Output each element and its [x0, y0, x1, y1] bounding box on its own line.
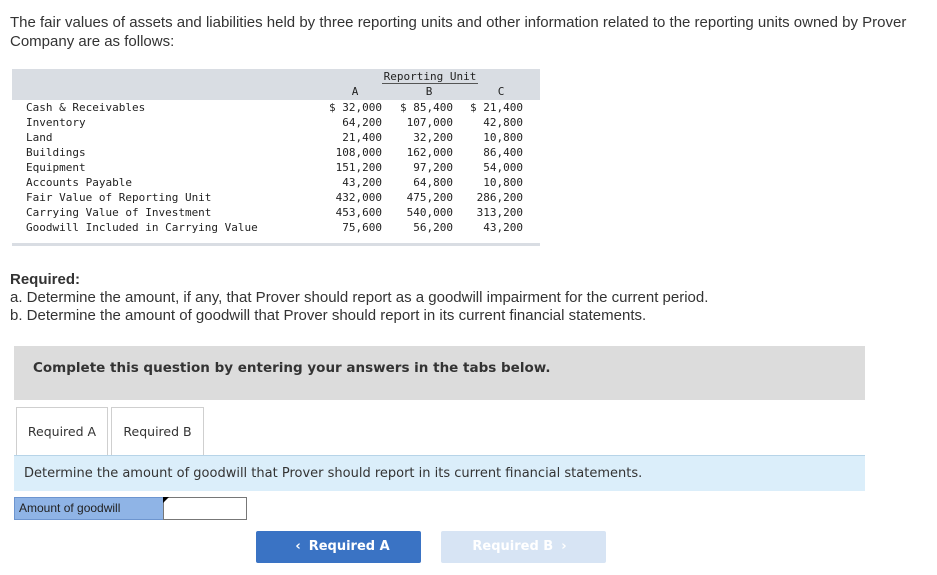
required-section: Required: a. Determine the amount, if an…: [10, 271, 708, 325]
row-label: Carrying Value of Investment: [26, 206, 212, 219]
table-row: Carrying Value of Investment 453,600 540,0…: [12, 205, 540, 220]
chevron-right-icon: ›: [561, 539, 567, 554]
cell-unit-c: 42,800: [483, 116, 523, 129]
cell-unit-a: 151,200: [335, 161, 382, 174]
cell-unit-c: 10,800: [483, 131, 523, 144]
cell-unit-c: 10,800: [483, 176, 523, 189]
cell-unit-b: 540,000: [406, 206, 453, 219]
required-title: Required:: [10, 271, 81, 288]
table-row: Accounts Payable 43,200 64,800 10,800: [12, 175, 540, 190]
cell-unit-b: 107,000: [406, 116, 453, 129]
column-header-c: C: [497, 85, 505, 98]
group-header: Reporting Unit: [320, 70, 540, 84]
cell-unit-c: 86,400: [483, 146, 523, 159]
tab-required-a[interactable]: Required A: [16, 407, 108, 455]
amount-of-goodwill-input[interactable]: [164, 498, 246, 519]
prompt-text: Determine the amount of goodwill that Pr…: [24, 466, 643, 481]
column-header-a: A: [351, 85, 359, 98]
table-bottom-rule: [12, 243, 540, 246]
cell-unit-c: 54,000: [483, 161, 523, 174]
table-row: Cash & Receivables $ 32,000 $ 85,400 $ 21,4…: [12, 100, 540, 115]
cell-unit-b: 162,000: [406, 146, 453, 159]
required-b-text: b. Determine the amount of goodwill that…: [10, 307, 647, 324]
table-row: Goodwill Included in Carrying Value 75,60…: [12, 220, 540, 235]
cell-unit-c: 313,200: [476, 206, 523, 219]
cell-unit-a: 108,000: [335, 146, 382, 159]
row-label: Equipment: [26, 161, 86, 174]
intro-text: The fair values of assets and liabilitie…: [10, 14, 907, 50]
cell-unit-a: 453,600: [335, 206, 382, 219]
cell-unit-c: $ 21,400: [470, 101, 523, 114]
chevron-left-icon: ‹: [295, 539, 301, 554]
table-row: Equipment 151,200 97,200 54,000: [12, 160, 540, 175]
amount-of-goodwill-label: Amount of goodwill: [14, 497, 164, 520]
cell-unit-a: 21,400: [342, 131, 382, 144]
banner-text: Complete this question by entering your …: [33, 360, 551, 376]
question-prompt: Determine the amount of goodwill that Pr…: [14, 455, 865, 491]
amount-of-goodwill-field: [163, 497, 247, 520]
next-required-b-button[interactable]: Required B ›: [441, 531, 606, 563]
row-label: Land: [26, 131, 53, 144]
column-header-b: B: [425, 85, 433, 98]
row-label: Cash & Receivables: [26, 101, 146, 114]
instruction-banner: Complete this question by entering your …: [14, 346, 865, 400]
cell-unit-a: $ 32,000: [329, 101, 382, 114]
tab-required-b[interactable]: Required B: [111, 407, 204, 455]
table-row: Inventory 64,200 107,000 42,800: [12, 115, 540, 130]
table-row: Fair Value of Reporting Unit 432,000 475,2…: [12, 190, 540, 205]
row-label: Fair Value of Reporting Unit: [26, 191, 212, 204]
cell-unit-b: 32,200: [413, 131, 453, 144]
cell-unit-b: 56,200: [413, 221, 453, 234]
cell-unit-c: 286,200: [476, 191, 523, 204]
cell-unit-a: 64,200: [342, 116, 382, 129]
row-label: Buildings: [26, 146, 86, 159]
input-marker-icon: [163, 497, 169, 503]
row-label: Goodwill Included in Carrying Value: [26, 221, 258, 234]
cell-unit-c: 43,200: [483, 221, 523, 234]
table-row: Land 21,400 32,200 10,800: [12, 130, 540, 145]
column-headers: A B C: [320, 85, 540, 99]
table-body: Cash & Receivables $ 32,000 $ 85,400 $ 21,4…: [12, 100, 540, 235]
cell-unit-a: 75,600: [342, 221, 382, 234]
previous-required-a-button[interactable]: ‹ Required A: [256, 531, 421, 563]
cell-unit-b: 64,800: [413, 176, 453, 189]
cell-unit-a: 432,000: [335, 191, 382, 204]
row-label: Inventory: [26, 116, 86, 129]
row-label: Accounts Payable: [26, 176, 132, 189]
next-button-label: Required B: [472, 539, 554, 554]
cell-unit-b: $ 85,400: [400, 101, 453, 114]
cell-unit-a: 43,200: [342, 176, 382, 189]
cell-unit-b: 475,200: [406, 191, 453, 204]
group-header-label: Reporting Unit: [381, 70, 479, 84]
prev-button-label: Required A: [308, 539, 390, 554]
required-a-text: a. Determine the amount, if any, that Pr…: [10, 289, 709, 306]
cell-unit-b: 97,200: [413, 161, 453, 174]
table-row: Buildings 108,000 162,000 86,400: [12, 145, 540, 160]
